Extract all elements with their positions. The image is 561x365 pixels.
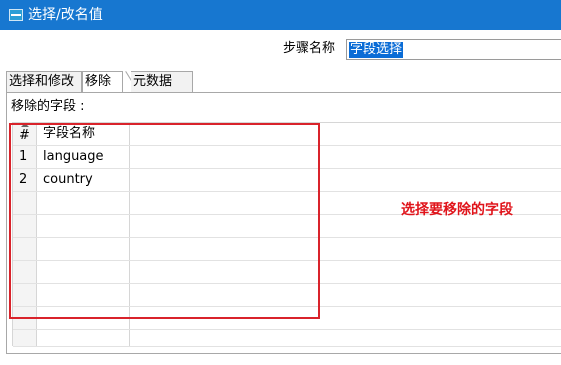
step-name-input[interactable]: 字段选择 [346, 39, 561, 60]
title-bar: 选择/改名值 [0, 0, 561, 30]
tab-strip: 选择和修改 移除 元数据 [6, 71, 561, 94]
table-row[interactable]: 1 language [13, 146, 561, 169]
header-field-name[interactable]: 字段名称 [43, 125, 95, 143]
table-row-empty[interactable] [13, 284, 561, 307]
fields-table[interactable]: # 字段名称 1 language 2 country [12, 122, 561, 347]
annotation-text: 选择要移除的字段 [401, 202, 513, 218]
table-row-empty[interactable] [13, 238, 561, 261]
fields-to-remove-label: 移除的字段 : [11, 99, 85, 114]
table-row[interactable]: 2 country [13, 169, 561, 192]
tab-metadata[interactable]: 元数据 [131, 71, 193, 92]
app-window-icon [9, 9, 23, 21]
field-name-cell[interactable]: country [43, 171, 93, 189]
header-num[interactable]: # [19, 127, 30, 145]
row-number: 2 [19, 172, 28, 187]
table-row-empty[interactable] [13, 330, 561, 347]
step-name-value: 字段选择 [349, 42, 404, 58]
tab-remove[interactable]: 移除 [82, 71, 123, 94]
field-name-cell[interactable]: language [43, 148, 104, 166]
table-header-row: # 字段名称 [13, 123, 561, 146]
step-name-label: 步骤名称 [283, 41, 336, 56]
window-title: 选择/改名值 [28, 7, 103, 23]
table-row-empty[interactable] [13, 261, 561, 284]
row-number: 1 [19, 149, 28, 164]
tab-select-and-modify[interactable]: 选择和修改 [6, 71, 82, 92]
table-row-empty[interactable] [13, 307, 561, 330]
